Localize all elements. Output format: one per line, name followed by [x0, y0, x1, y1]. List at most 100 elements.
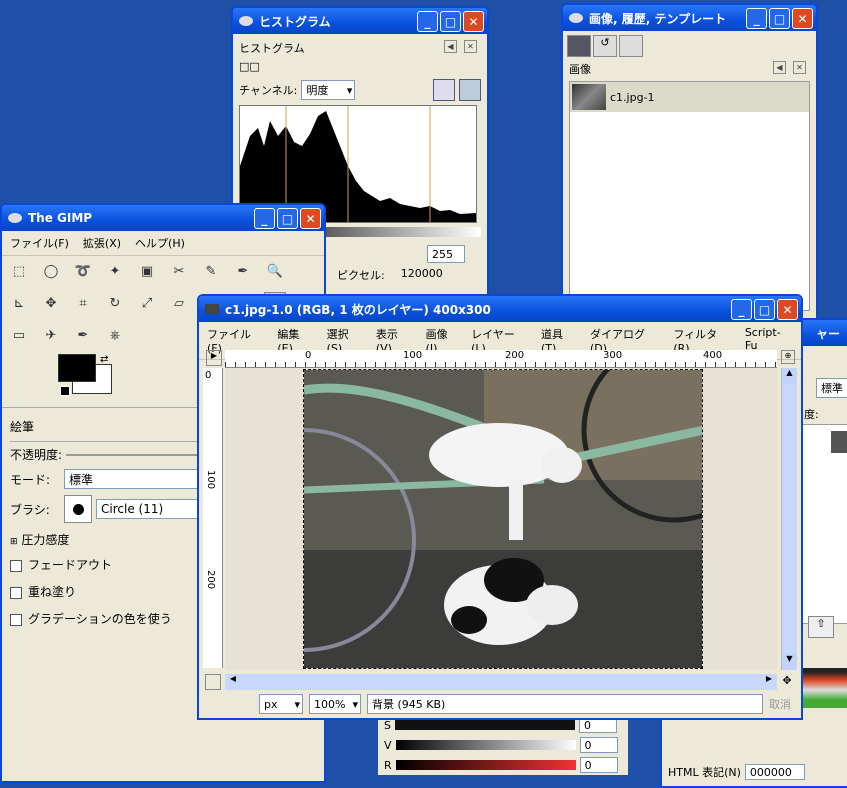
horizontal-scrollbar[interactable]: ◀ ▶	[225, 674, 777, 690]
title-bar[interactable]: ヒストグラム _ □ ✕	[233, 8, 487, 34]
close-button[interactable]: ✕	[300, 208, 321, 229]
photo-canvas[interactable]	[303, 369, 703, 669]
v-value: 0	[584, 738, 592, 752]
close-button[interactable]: ✕	[792, 8, 813, 29]
zoom-nav-icon[interactable]: ⊕	[781, 350, 795, 364]
html-notation-value: 000000	[749, 765, 792, 779]
brush-label: ブラシ:	[10, 502, 50, 517]
zoom-select[interactable]: 100% ▾	[309, 694, 361, 714]
navigate-icon[interactable]: ✥	[779, 674, 795, 690]
ellipse-select-icon[interactable]: ◯	[40, 260, 62, 282]
tab-history[interactable]: ↺	[593, 35, 617, 57]
maximize-button[interactable]: □	[277, 208, 298, 229]
scroll-thumb[interactable]	[782, 384, 797, 654]
cancel-button[interactable]: 取消	[769, 696, 791, 712]
r-label: R	[384, 758, 392, 772]
end-field[interactable]: 255	[427, 245, 465, 263]
panel-close-icon[interactable]: ✕	[464, 40, 477, 53]
panel-close-icon[interactable]: ✕	[793, 61, 806, 74]
default-colors-icon[interactable]	[60, 386, 70, 396]
close-button[interactable]: ✕	[463, 11, 484, 32]
panel-label: 画像	[569, 63, 591, 76]
menu-item[interactable]: ヘルプ(H)	[135, 235, 185, 251]
pixel-label: ピクセル:	[337, 269, 385, 282]
clone-icon[interactable]: ⎈	[104, 324, 126, 346]
color-sliders: S 0 V 0 R 0	[378, 715, 628, 775]
canvas-area[interactable]	[225, 368, 777, 670]
measure-icon[interactable]: ⊾	[8, 292, 30, 314]
title-bar[interactable]: c1.jpg-1.0 (RGB, 1 枚のレイヤー) 400x300 _ □ ✕	[199, 296, 801, 322]
crop-icon[interactable]: ⌗	[72, 292, 94, 314]
chevron-down-icon: ▾	[352, 697, 358, 711]
menu-arrow-button[interactable]: ▶	[206, 350, 222, 366]
zoom-icon[interactable]: 🔍	[264, 260, 286, 282]
move-icon[interactable]: ✥	[40, 292, 62, 314]
close-button[interactable]: ✕	[777, 299, 798, 320]
image-icon	[205, 304, 219, 314]
html-notation-input[interactable]: 000000	[744, 764, 805, 780]
layer-thumbnail[interactable]	[831, 431, 847, 453]
paths-icon[interactable]: ✎	[200, 260, 222, 282]
minimize-button[interactable]: _	[746, 8, 767, 29]
maximize-button[interactable]: □	[769, 8, 790, 29]
foreground-color-swatch[interactable]	[58, 354, 96, 382]
list-item[interactable]: c1.jpg-1	[570, 82, 809, 112]
gimp-eye-icon	[8, 213, 22, 223]
maximize-button[interactable]: □	[754, 299, 775, 320]
ruler-mark-200: 200	[205, 570, 216, 590]
layer-mode-select[interactable]: 標準	[816, 378, 847, 398]
maximize-button[interactable]: □	[440, 11, 461, 32]
color-picker-icon[interactable]: ✒	[232, 260, 254, 282]
scissors-icon[interactable]: ✂	[168, 260, 190, 282]
ruler-mark-200: 200	[505, 350, 525, 361]
brush-preview[interactable]	[64, 495, 92, 523]
v-slider[interactable]	[395, 740, 576, 750]
unit-value: px	[264, 697, 278, 711]
fuzzy-select-icon[interactable]: ✦	[104, 260, 126, 282]
tab-images[interactable]	[567, 35, 591, 57]
channel-select[interactable]: 明度 ▾	[301, 80, 356, 100]
scroll-left-icon[interactable]: ◀	[225, 674, 241, 690]
unit-select[interactable]: px ▾	[259, 694, 303, 714]
mode-label: モード:	[10, 472, 51, 487]
rect-select-icon[interactable]: ⬚	[8, 260, 30, 282]
ink-icon[interactable]: ✒	[72, 324, 94, 346]
quickmask-icon[interactable]	[205, 674, 221, 690]
v-field[interactable]: 0	[579, 737, 618, 753]
checkbox-icon	[10, 559, 22, 572]
shear-icon[interactable]: ▱	[168, 292, 190, 314]
r-slider[interactable]	[395, 760, 576, 770]
color-select-icon[interactable]: ▣	[136, 260, 158, 282]
eraser-icon[interactable]: ▭	[8, 324, 30, 346]
s-slider[interactable]	[394, 720, 575, 730]
airbrush-icon[interactable]: ✈	[40, 324, 62, 346]
channel-value: 明度	[306, 84, 329, 97]
pressure-label: 圧力感度	[21, 533, 70, 547]
checkbox-icon	[10, 586, 22, 599]
minimize-button[interactable]: _	[254, 208, 275, 229]
status-message: 背景 (945 KB)	[367, 694, 763, 714]
vertical-scrollbar[interactable]: ▲ ▼	[781, 368, 797, 670]
minimize-button[interactable]: _	[731, 299, 752, 320]
swap-colors-icon[interactable]: ⇄	[100, 354, 108, 365]
title-bar[interactable]: 画像, 履歴, テンプレート _ □ ✕	[563, 5, 816, 31]
panel-menu-icon[interactable]: ◀	[444, 40, 457, 53]
panel-menu-icon[interactable]: ◀	[773, 61, 786, 74]
log-hist-icon[interactable]	[459, 79, 481, 101]
raise-layer-button[interactable]: ⇧	[808, 616, 834, 638]
lasso-icon[interactable]: ➰	[72, 260, 94, 282]
incremental-label: 重ね塗り	[28, 585, 77, 599]
title-bar[interactable]: The GIMP _ □ ✕	[2, 205, 324, 231]
scale-icon[interactable]: ⤢	[136, 292, 158, 314]
rotate-icon[interactable]: ↻	[104, 292, 126, 314]
minimize-button[interactable]: _	[417, 11, 438, 32]
r-field[interactable]: 0	[579, 757, 618, 773]
tab-templates[interactable]	[619, 35, 643, 57]
menu-item[interactable]: ファイル(F)	[10, 235, 69, 251]
menu-item[interactable]: 拡張(X)	[83, 235, 121, 251]
scroll-down-icon[interactable]: ▼	[782, 654, 797, 670]
scroll-right-icon[interactable]: ▶	[761, 674, 777, 690]
scroll-up-icon[interactable]: ▲	[782, 368, 797, 384]
linear-hist-icon[interactable]	[433, 79, 455, 101]
r-value: 0	[584, 758, 592, 772]
